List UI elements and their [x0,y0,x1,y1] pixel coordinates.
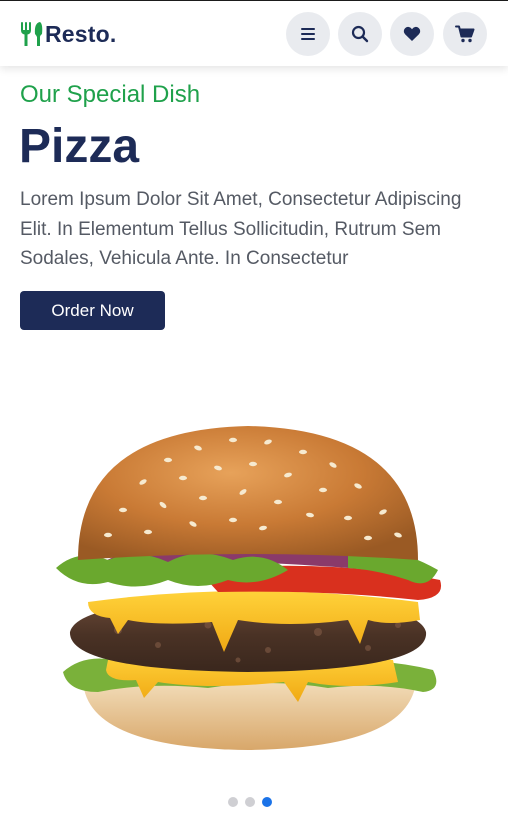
carousel-dot-3[interactable] [262,797,272,807]
heart-icon [403,26,421,41]
burger-image [56,426,442,750]
carousel-pagination [228,797,272,809]
order-now-button[interactable]: Order Now [20,291,165,330]
search-button[interactable] [338,12,382,56]
hero-description: Lorem Ipsum Dolor Sit Amet, Consectetur … [20,189,462,269]
hero-title: Pizza [19,120,140,173]
site-header: Resto. [0,1,508,66]
hero-subtitle: Our Special Dish [20,81,201,108]
brand-name: Resto. [45,20,117,47]
menu-button[interactable] [286,12,330,56]
brand-logo[interactable]: Resto. [20,19,117,49]
cart-button[interactable] [443,12,487,56]
search-icon [351,25,369,43]
carousel-dot-1[interactable] [228,797,238,807]
carousel-dot-2[interactable] [245,797,255,807]
cart-icon [455,25,475,43]
fork-spoon-icon [21,22,43,46]
menu-icon [301,28,315,40]
favorites-button[interactable] [390,12,434,56]
